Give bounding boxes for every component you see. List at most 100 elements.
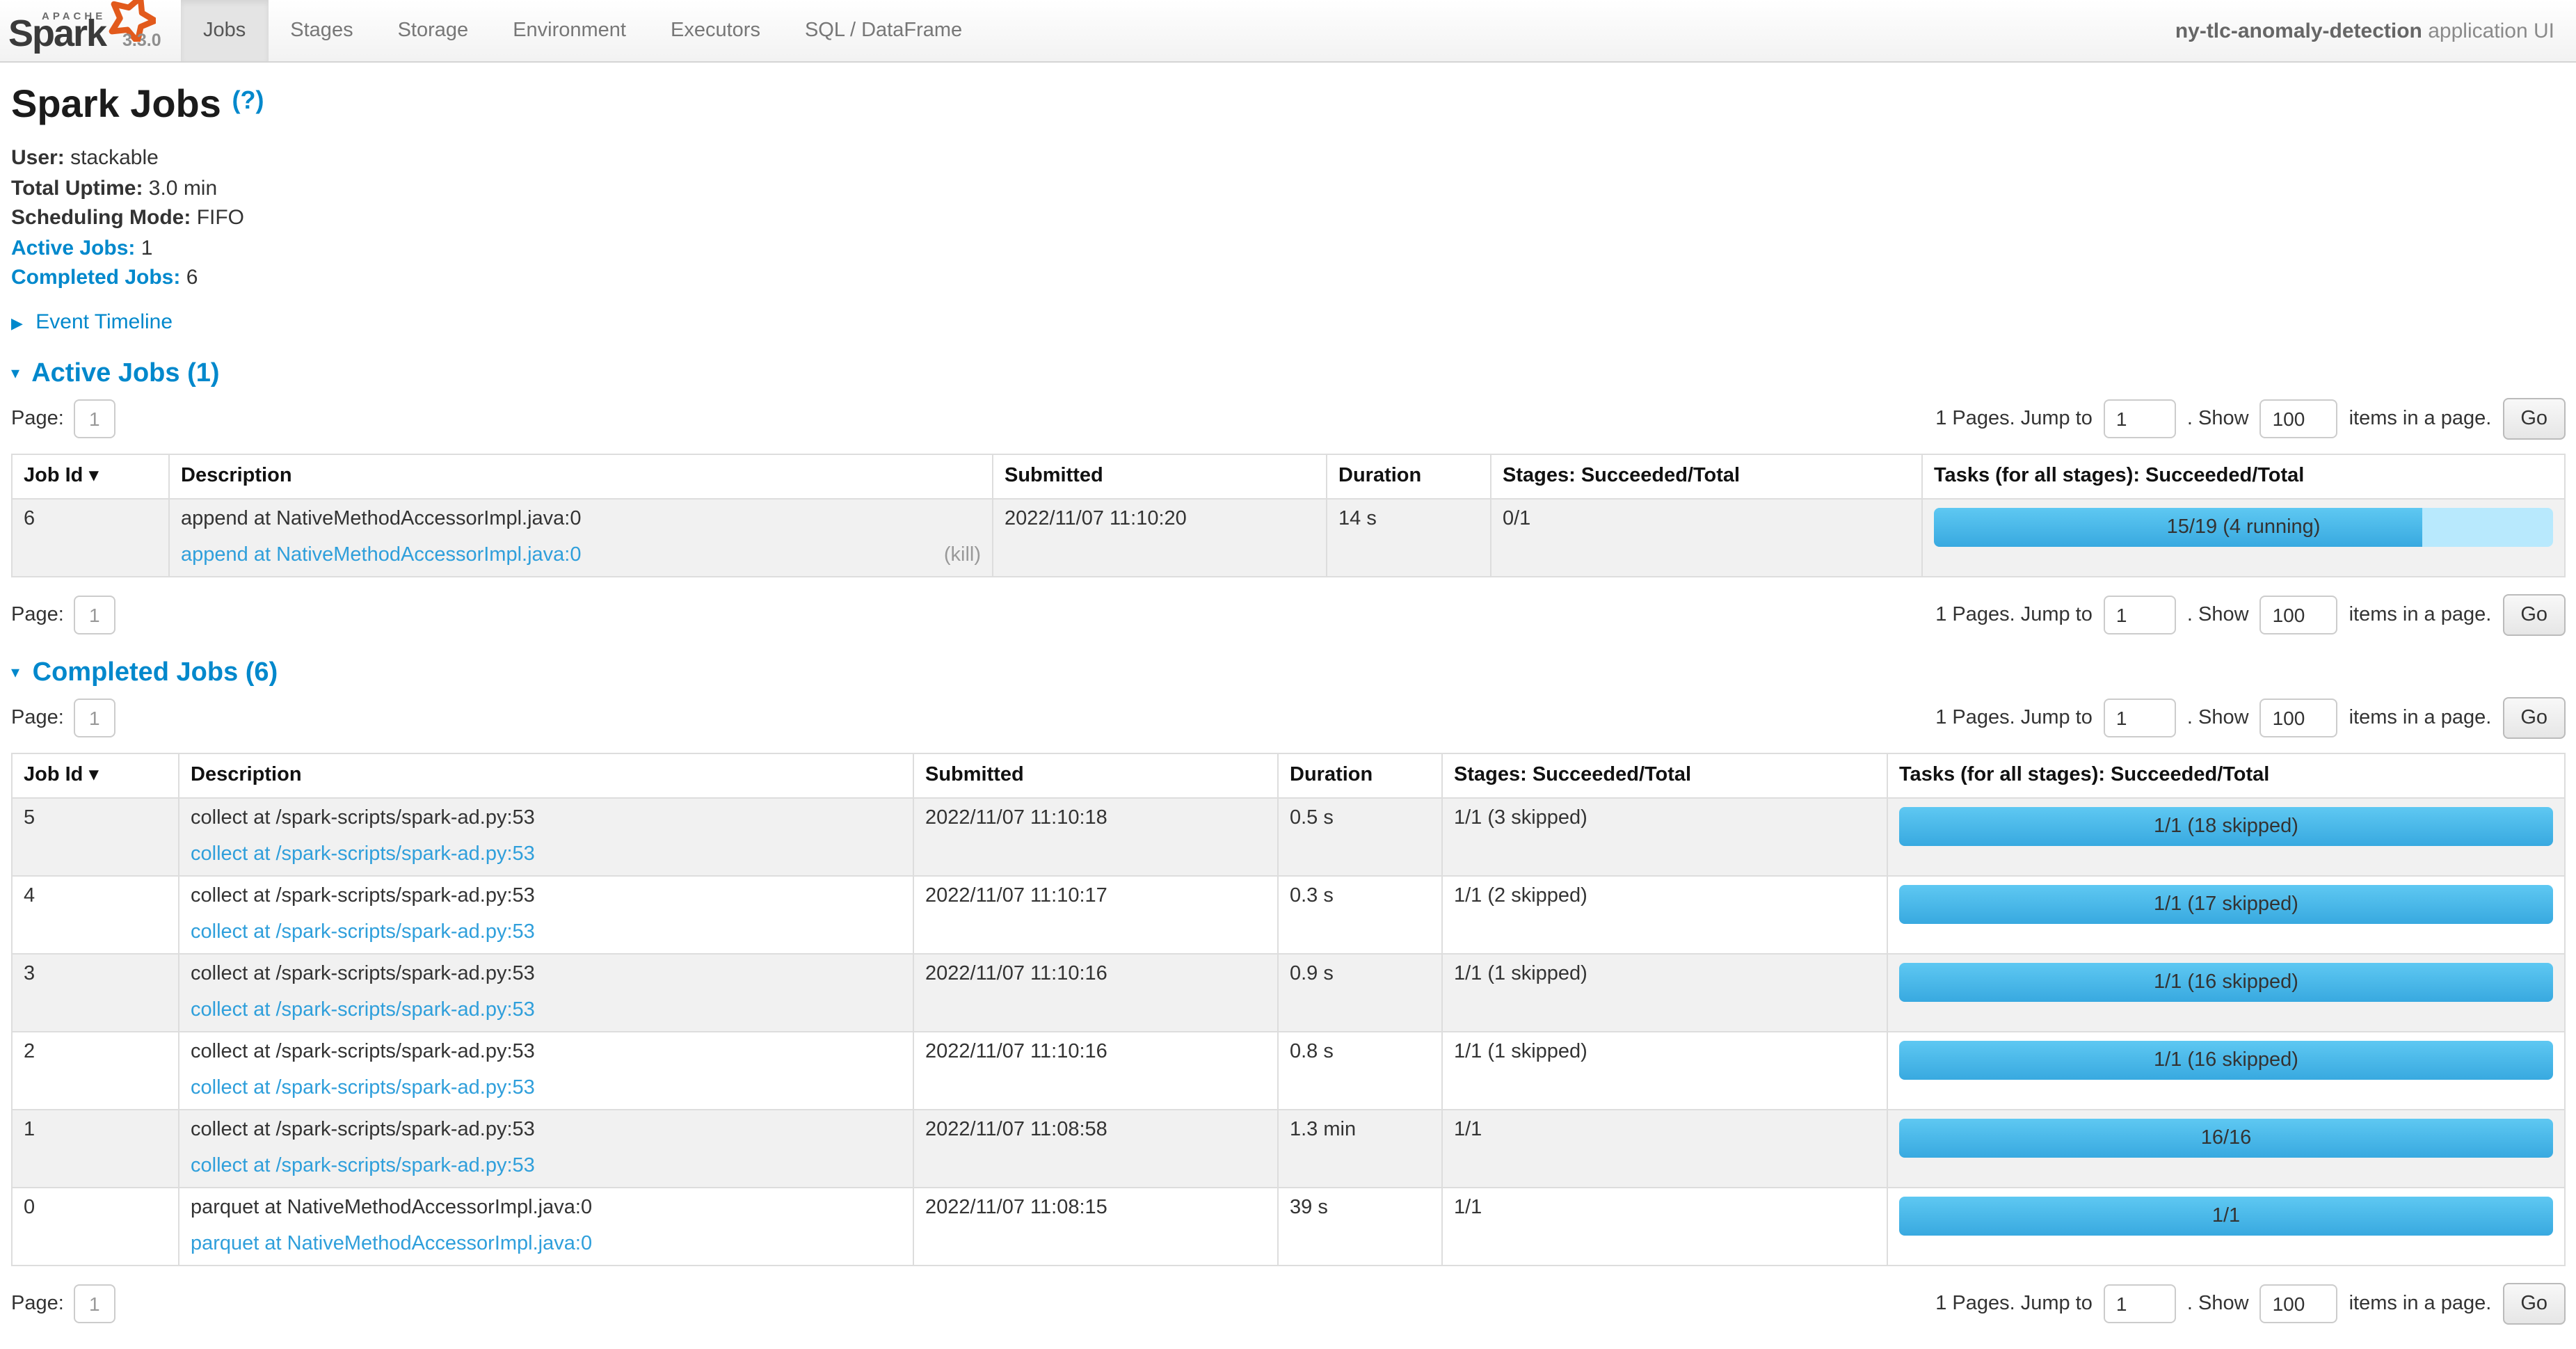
go-button[interactable]: Go (2502, 397, 2566, 439)
job-detail-link[interactable]: collect at /spark-scripts/spark-ad.py:53 (191, 920, 535, 944)
application-ui-suffix: application UI (2428, 19, 2554, 42)
col-job-id[interactable]: Job Id ▾ (12, 454, 169, 498)
active-jobs-table: Job Id ▾ Description Submitted Duration … (11, 453, 2566, 577)
jump-to-input[interactable] (2104, 1284, 2176, 1323)
progress-label: 1/1 (18 skipped) (1899, 806, 2553, 845)
go-button[interactable]: Go (2502, 696, 2566, 738)
col-duration[interactable]: Duration (1278, 753, 1442, 797)
duration-cell: 0.3 s (1278, 875, 1442, 953)
logo-spark-text: Spark (8, 13, 106, 56)
completed-jobs-table: Job Id ▾ Description Submitted Duration … (11, 752, 2566, 1266)
page-content: Spark Jobs (?) User: stackable Total Upt… (0, 82, 2576, 1324)
description-cell: append at NativeMethodAccessorImpl.java:… (169, 498, 993, 576)
show-text: . Show (2187, 1292, 2249, 1314)
pages-text: 1 Pages. Jump to (1935, 706, 2093, 728)
jump-to-input[interactable] (2104, 595, 2176, 634)
col-stages[interactable]: Stages: Succeeded/Total (1491, 454, 1922, 498)
tasks-progress-bar: 15/19 (4 running) (1934, 507, 2553, 546)
show-text: . Show (2187, 407, 2249, 429)
collapsed-arrow-icon: ▶ (11, 315, 23, 332)
jump-to-input[interactable] (2104, 399, 2176, 438)
submitted-cell: 2022/11/07 11:08:58 (913, 1109, 1278, 1187)
go-button[interactable]: Go (2502, 593, 2566, 635)
active-jobs-link[interactable]: Active Jobs: (11, 236, 135, 260)
tasks-progress-cell: 15/19 (4 running) (1922, 498, 2565, 576)
page-number-input[interactable] (74, 698, 115, 737)
stages-cell: 0/1 (1491, 498, 1922, 576)
table-row: 1 collect at /spark-scripts/spark-ad.py:… (12, 1109, 2565, 1187)
col-tasks[interactable]: Tasks (for all stages): Succeeded/Total (1922, 454, 2565, 498)
col-job-id[interactable]: Job Id ▾ (12, 753, 179, 797)
items-text: items in a page. (2349, 706, 2492, 728)
duration-cell: 0.8 s (1278, 1031, 1442, 1109)
items-per-page-input[interactable] (2260, 399, 2338, 438)
go-button[interactable]: Go (2502, 1282, 2566, 1324)
col-duration[interactable]: Duration (1327, 454, 1491, 498)
col-tasks[interactable]: Tasks (for all stages): Succeeded/Total (1887, 753, 2565, 797)
submitted-cell: 2022/11/07 11:10:16 (913, 1031, 1278, 1109)
items-per-page-input[interactable] (2260, 698, 2338, 737)
stages-cell: 1/1 (3 skipped) (1442, 797, 1887, 875)
job-detail-link[interactable]: collect at /spark-scripts/spark-ad.py:53 (191, 1076, 535, 1100)
completed-jobs-link[interactable]: Completed Jobs: (11, 266, 180, 289)
tab-sql-dataframe[interactable]: SQL / DataFrame (783, 0, 984, 61)
page-number-input[interactable] (74, 1284, 115, 1323)
show-text: . Show (2187, 706, 2249, 728)
col-submitted[interactable]: Submitted (913, 753, 1278, 797)
page-label: Page: (11, 1292, 64, 1314)
items-per-page-input[interactable] (2260, 595, 2338, 634)
col-submitted[interactable]: Submitted (993, 454, 1327, 498)
submitted-cell: 2022/11/07 11:08:15 (913, 1187, 1278, 1265)
description-cell: collect at /spark-scripts/spark-ad.py:53… (179, 1109, 913, 1187)
top-navbar: APACHE Spark 3.3.0 Jobs Stages Storage E… (0, 0, 2576, 63)
job-detail-link[interactable]: collect at /spark-scripts/spark-ad.py:53 (191, 998, 535, 1022)
tab-storage[interactable]: Storage (376, 0, 491, 61)
completed-jobs-section-header[interactable]: ▾ Completed Jobs (6) (11, 657, 2566, 688)
table-row: 6 append at NativeMethodAccessorImpl.jav… (12, 498, 2565, 576)
tasks-progress-cell: 1/1 (16 skipped) (1887, 1031, 2565, 1109)
help-link[interactable]: (?) (232, 86, 264, 114)
job-id-cell: 1 (12, 1109, 179, 1187)
active-jobs-section-header[interactable]: ▾ Active Jobs (1) (11, 358, 2566, 389)
tab-environment[interactable]: Environment (490, 0, 648, 61)
col-description[interactable]: Description (179, 753, 913, 797)
pages-text: 1 Pages. Jump to (1935, 407, 2093, 429)
spark-logo: APACHE Spark 3.3.0 (0, 0, 181, 61)
table-row: 2 collect at /spark-scripts/spark-ad.py:… (12, 1031, 2565, 1109)
table-row: 4 collect at /spark-scripts/spark-ad.py:… (12, 875, 2565, 953)
duration-cell: 14 s (1327, 498, 1491, 576)
spark-version: 3.3.0 (122, 31, 161, 50)
description-cell: collect at /spark-scripts/spark-ad.py:53… (179, 1031, 913, 1109)
col-stages[interactable]: Stages: Succeeded/Total (1442, 753, 1887, 797)
job-id-cell: 4 (12, 875, 179, 953)
kill-link[interactable]: (kill) (944, 543, 981, 567)
completed-jobs-pagination-bottom: Page: 1 Pages. Jump to . Show items in a… (11, 1282, 2566, 1324)
progress-label: 1/1 (16 skipped) (1899, 962, 2553, 1001)
job-detail-link[interactable]: parquet at NativeMethodAccessorImpl.java… (191, 1232, 592, 1256)
tasks-progress-bar: 1/1 (1899, 1196, 2553, 1235)
tab-jobs[interactable]: Jobs (181, 0, 268, 61)
summary-uptime: Total Uptime: 3.0 min (11, 173, 2566, 203)
table-row: 0 parquet at NativeMethodAccessorImpl.ja… (12, 1187, 2565, 1265)
page-label: Page: (11, 603, 64, 625)
jump-to-input[interactable] (2104, 698, 2176, 737)
expanded-arrow-icon: ▾ (11, 362, 19, 382)
tasks-progress-cell: 1/1 (17 skipped) (1887, 875, 2565, 953)
items-per-page-input[interactable] (2260, 1284, 2338, 1323)
page-number-input[interactable] (74, 595, 115, 634)
expanded-arrow-icon: ▾ (11, 662, 19, 681)
job-detail-link[interactable]: collect at /spark-scripts/spark-ad.py:53 (191, 1154, 535, 1178)
tasks-progress-bar: 16/16 (1899, 1118, 2553, 1157)
summary-scheduling-mode: Scheduling Mode: FIFO (11, 203, 2566, 233)
progress-label: 1/1 (1899, 1196, 2553, 1235)
tasks-progress-bar: 1/1 (16 skipped) (1899, 962, 2553, 1001)
job-detail-link[interactable]: collect at /spark-scripts/spark-ad.py:53 (191, 843, 535, 866)
tab-executors[interactable]: Executors (648, 0, 783, 61)
page-label: Page: (11, 407, 64, 429)
tab-stages[interactable]: Stages (268, 0, 375, 61)
job-detail-link[interactable]: append at NativeMethodAccessorImpl.java:… (181, 543, 582, 567)
col-description[interactable]: Description (169, 454, 993, 498)
duration-cell: 39 s (1278, 1187, 1442, 1265)
page-number-input[interactable] (74, 399, 115, 438)
event-timeline-toggle[interactable]: ▶ Event Timeline (11, 310, 2566, 333)
